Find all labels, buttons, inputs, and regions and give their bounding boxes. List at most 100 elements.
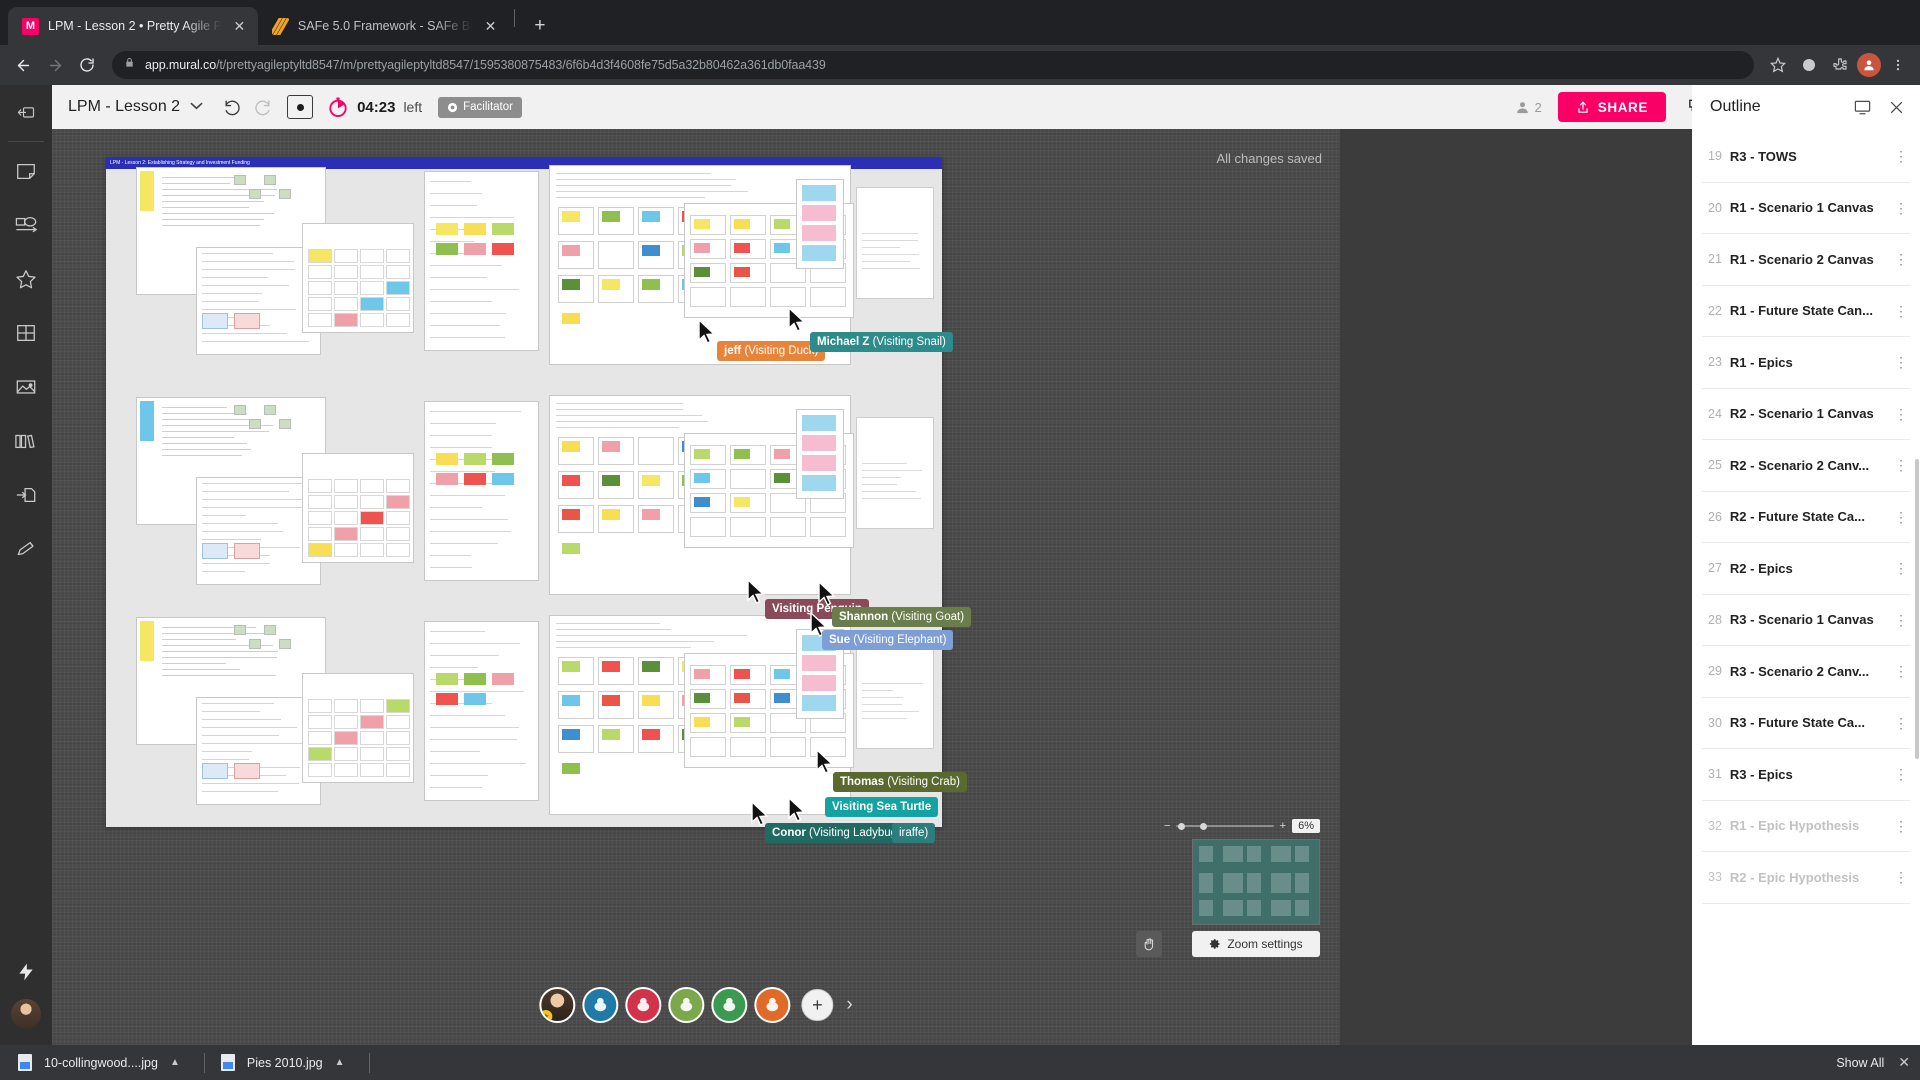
canvas-area[interactable]: All changes saved LPM - Lesson 2: Establ… bbox=[52, 129, 1340, 1045]
dock-avatar-participant-photo[interactable]: ★ bbox=[539, 987, 575, 1023]
present-screen-icon[interactable] bbox=[1850, 95, 1874, 119]
extension-circle-icon[interactable] bbox=[1795, 51, 1823, 79]
timer-widget[interactable]: 04:23 left bbox=[327, 96, 422, 118]
minimap[interactable] bbox=[1192, 839, 1320, 925]
board-element bbox=[162, 219, 264, 220]
people-count[interactable]: 2 bbox=[1515, 100, 1542, 115]
share-button[interactable]: SHARE bbox=[1558, 92, 1666, 122]
zoom-out-button[interactable]: − bbox=[1164, 820, 1170, 832]
board-element bbox=[334, 747, 358, 761]
show-all-downloads-button[interactable]: Show All bbox=[1836, 1056, 1884, 1070]
extension-puzzle-icon[interactable] bbox=[1826, 51, 1854, 79]
outline-item[interactable]: 28 R3 - Scenario 1 Canvas ⋮ bbox=[1702, 595, 1910, 647]
outline-item[interactable]: 27 R2 - Epics ⋮ bbox=[1702, 543, 1910, 595]
outline-item[interactable]: 26 R2 - Future State Ca... ⋮ bbox=[1702, 492, 1910, 544]
outline-item[interactable]: 31 R3 - Epics ⋮ bbox=[1702, 749, 1910, 801]
board-element bbox=[334, 543, 358, 557]
pencil-icon[interactable] bbox=[0, 522, 52, 576]
outline-item-list[interactable]: 19 R3 - TOWS ⋮ 20 R1 - Scenario 1 Canvas ⋮ 21 R… bbox=[1692, 129, 1920, 1045]
outline-item[interactable]: 25 R2 - Scenario 2 Canv... ⋮ bbox=[1702, 440, 1910, 492]
grid-icon[interactable] bbox=[0, 306, 52, 360]
browser-tab-mural[interactable]: M LPM - Lesson 2 • Pretty Agile P ✕ bbox=[8, 7, 258, 45]
close-icon[interactable]: ✕ bbox=[1898, 1054, 1910, 1071]
board-element bbox=[802, 205, 836, 221]
sticky-note-icon[interactable] bbox=[0, 144, 52, 198]
shapes-connector-icon[interactable] bbox=[0, 198, 52, 252]
zoom-in-button[interactable]: + bbox=[1280, 820, 1286, 832]
outline-item[interactable]: 33 R2 - Epic Hypothesis ⋮ bbox=[1702, 852, 1910, 904]
chevron-down-icon[interactable] bbox=[190, 101, 203, 113]
outline-item[interactable]: 19 R3 - TOWS ⋮ bbox=[1702, 131, 1910, 183]
more-vertical-icon[interactable]: ⋮ bbox=[1894, 461, 1906, 469]
reload-icon[interactable] bbox=[72, 50, 102, 80]
more-vertical-icon[interactable]: ⋮ bbox=[1894, 616, 1906, 624]
board-element bbox=[430, 423, 496, 424]
record-dot-icon[interactable] bbox=[287, 95, 313, 119]
zoom-settings-button[interactable]: Zoom settings bbox=[1192, 931, 1320, 957]
download-item[interactable]: Pies 2010.jpg ▲ bbox=[213, 1051, 355, 1075]
more-vertical-icon[interactable]: ⋮ bbox=[1894, 410, 1906, 418]
outline-item[interactable]: 21 R1 - Scenario 2 Canvas ⋮ bbox=[1702, 234, 1910, 286]
close-icon[interactable]: ✕ bbox=[231, 18, 248, 35]
more-vertical-icon[interactable]: ⋮ bbox=[1894, 358, 1906, 366]
star-icon[interactable] bbox=[0, 252, 52, 306]
image-icon[interactable] bbox=[0, 360, 52, 414]
more-vertical-icon[interactable]: ⋮ bbox=[1894, 667, 1906, 675]
more-vertical-icon[interactable]: ⋮ bbox=[1894, 307, 1906, 315]
outline-item[interactable]: 32 R1 - Epic Hypothesis ⋮ bbox=[1702, 801, 1910, 853]
board-element bbox=[202, 253, 273, 254]
library-columns-icon[interactable] bbox=[0, 414, 52, 468]
more-vertical-icon[interactable]: ⋮ bbox=[1894, 770, 1906, 778]
more-vertical-icon[interactable]: ⋮ bbox=[1894, 564, 1906, 572]
chevron-up-icon[interactable]: ▲ bbox=[335, 1057, 345, 1068]
more-vertical-icon[interactable]: ⋮ bbox=[1894, 204, 1906, 212]
user-avatar[interactable] bbox=[11, 999, 41, 1029]
outline-item[interactable]: 23 R1 - Epics ⋮ bbox=[1702, 337, 1910, 389]
collapse-left-icon[interactable] bbox=[0, 85, 52, 139]
lightning-bolt-icon[interactable] bbox=[0, 945, 52, 999]
dock-avatar-visiting-goat[interactable] bbox=[668, 987, 704, 1023]
dock-next-button[interactable]: › bbox=[846, 994, 852, 1016]
import-file-icon[interactable] bbox=[0, 468, 52, 522]
hand-icon[interactable] bbox=[1136, 931, 1162, 957]
board-element bbox=[202, 751, 252, 752]
more-vertical-icon[interactable]: ⋮ bbox=[1894, 255, 1906, 263]
profile-avatar[interactable] bbox=[1857, 53, 1881, 77]
chrome-menu-icon[interactable] bbox=[1884, 51, 1912, 79]
more-vertical-icon[interactable]: ⋮ bbox=[1894, 513, 1906, 521]
board-element bbox=[556, 427, 679, 428]
dock-avatar-visiting-elephant[interactable] bbox=[582, 987, 618, 1023]
more-vertical-icon[interactable]: ⋮ bbox=[1894, 719, 1906, 727]
outline-item[interactable]: 30 R3 - Future State Ca... ⋮ bbox=[1702, 698, 1910, 750]
download-item[interactable]: 10-collingwood....jpg ▲ bbox=[10, 1051, 190, 1075]
outline-item[interactable]: 22 R1 - Future State Can... ⋮ bbox=[1702, 286, 1910, 338]
status-badge[interactable]: Facilitator bbox=[438, 97, 522, 118]
add-participant-button[interactable]: + bbox=[801, 989, 833, 1021]
mural-board[interactable]: LPM - Lesson 2: Establishing Strategy an… bbox=[106, 157, 942, 827]
dock-avatar-visiting-crab[interactable] bbox=[754, 987, 790, 1023]
address-bar[interactable]: app.mural.co/t/prettyagileptyltd8547/m/p… bbox=[112, 51, 1754, 79]
dock-avatar-visiting-ladybug[interactable] bbox=[625, 987, 661, 1023]
scrollbar[interactable] bbox=[1915, 459, 1919, 759]
back-arrow-icon[interactable] bbox=[8, 50, 38, 80]
dock-avatar-visiting-sea-turtle[interactable] bbox=[711, 987, 747, 1023]
browser-tab-safe[interactable]: SAFe 5.0 Framework - SAFe Bi ✕ bbox=[258, 7, 509, 45]
undo-icon[interactable] bbox=[217, 92, 247, 122]
board-element bbox=[734, 219, 750, 229]
outline-item[interactable]: 29 R3 - Scenario 2 Canv... ⋮ bbox=[1702, 646, 1910, 698]
outline-item[interactable]: 20 R1 - Scenario 1 Canvas ⋮ bbox=[1702, 183, 1910, 235]
close-icon[interactable]: ✕ bbox=[482, 18, 499, 35]
outline-item[interactable]: 24 R2 - Scenario 1 Canvas ⋮ bbox=[1702, 389, 1910, 441]
star-icon[interactable] bbox=[1764, 51, 1792, 79]
more-vertical-icon[interactable]: ⋮ bbox=[1894, 873, 1906, 881]
chevron-up-icon[interactable]: ▲ bbox=[170, 1057, 180, 1068]
new-tab-button[interactable]: + bbox=[526, 12, 554, 40]
close-icon[interactable] bbox=[1884, 95, 1908, 119]
zoom-slider[interactable] bbox=[1176, 825, 1273, 827]
zoom-slider-knob[interactable] bbox=[1200, 823, 1207, 830]
board-element bbox=[308, 763, 332, 777]
zoom-slider-knob-min[interactable] bbox=[1178, 823, 1185, 830]
more-vertical-icon[interactable]: ⋮ bbox=[1894, 152, 1906, 160]
board-element bbox=[802, 435, 836, 451]
more-vertical-icon[interactable]: ⋮ bbox=[1894, 822, 1906, 830]
